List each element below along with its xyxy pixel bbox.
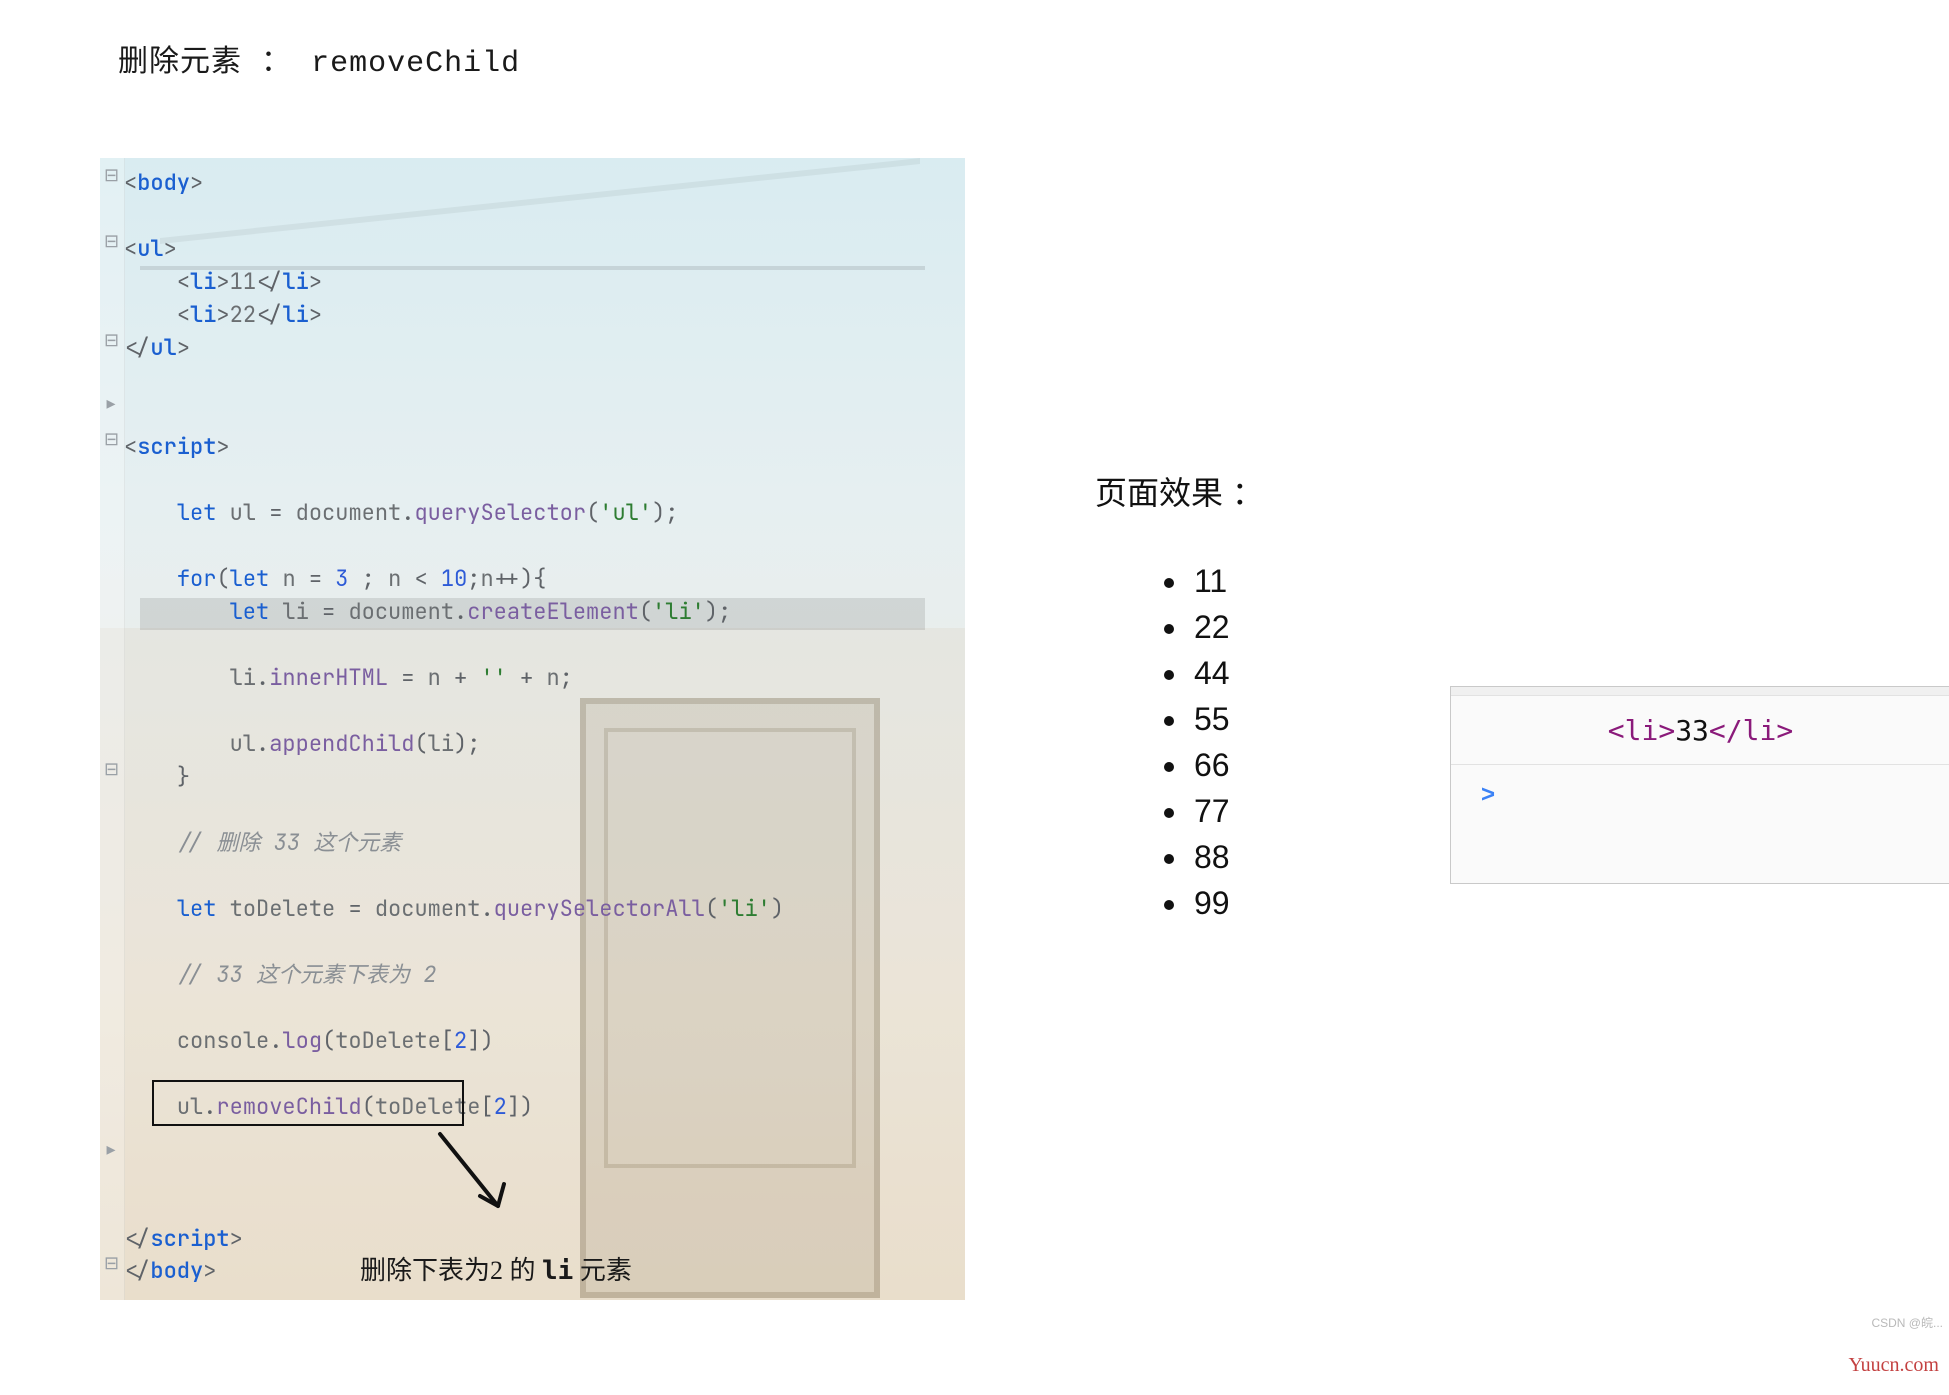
watermark-yuucn: Yuucn.com bbox=[1848, 1354, 1939, 1377]
fold-marker-icon[interactable]: ⊟ bbox=[104, 1256, 118, 1270]
caption-suffix: 元素 bbox=[573, 1256, 632, 1285]
code-line: for(let n = 3 ; n < 10;n++){ bbox=[124, 562, 965, 595]
list-item: 11 bbox=[1190, 558, 1230, 604]
console-input-row[interactable]: > bbox=[1451, 765, 1949, 825]
code-line: <li>11</li> bbox=[124, 265, 965, 298]
list-item: 44 bbox=[1190, 650, 1230, 696]
code-line: let ul = document.querySelector('ul'); bbox=[124, 496, 965, 529]
console-prompt-icon: > bbox=[1481, 781, 1495, 809]
list-item: 66 bbox=[1190, 742, 1230, 788]
code-line: <li>22</li> bbox=[124, 298, 965, 331]
code-line: </ul> bbox=[124, 331, 965, 364]
list-item: 22 bbox=[1190, 604, 1230, 650]
caption-mono: li bbox=[542, 1256, 573, 1286]
fold-marker-icon[interactable]: ⊟ bbox=[104, 168, 118, 182]
code-line: let li = document.createElement('li'); bbox=[124, 595, 965, 628]
devtools-console: <li>33</li> > bbox=[1450, 686, 1949, 884]
page-root: 删除元素 ： removeChild ⊟ ⊟ ⊟ ▸ ⊟ ⊟ ▸ ⊟ <body> <ul> <… bbox=[0, 0, 1949, 1395]
list-item: 88 bbox=[1190, 834, 1230, 880]
fold-marker-icon[interactable]: ⊟ bbox=[104, 333, 118, 347]
code-caption: 删除下表为2 的 li 元素 bbox=[360, 1250, 632, 1287]
fold-marker-icon[interactable]: ▸ bbox=[104, 396, 118, 410]
code-editor-panel: ⊟ ⊟ ⊟ ▸ ⊟ ⊟ ▸ ⊟ <body> <ul> <li>11</li> <li>22</… bbox=[100, 158, 965, 1300]
fold-marker-icon[interactable]: ⊟ bbox=[104, 762, 118, 776]
code-line: // 删除 33 这个元素 bbox=[124, 826, 965, 859]
code-line: li.innerHTML = n + '' + n; bbox=[124, 661, 965, 694]
console-li-output: <li>33</li> bbox=[1608, 714, 1793, 747]
console-value: 33 bbox=[1675, 714, 1709, 747]
fold-marker-icon[interactable]: ▸ bbox=[104, 1142, 118, 1156]
code-line: ul.appendChild(li); bbox=[124, 727, 965, 760]
list-item: 77 bbox=[1190, 788, 1230, 834]
code-line: console.log(toDelete[2]) bbox=[124, 1024, 965, 1057]
console-top-bar bbox=[1451, 687, 1949, 696]
list-item: 99 bbox=[1190, 880, 1230, 926]
title-mono: removeChild bbox=[311, 47, 520, 81]
page-title: 删除元素 ： removeChild bbox=[118, 36, 520, 81]
fold-marker-icon[interactable]: ⊟ bbox=[104, 432, 118, 446]
effect-list: 1122445566778899 bbox=[1150, 558, 1230, 926]
highlight-box bbox=[152, 1080, 464, 1126]
console-tag-close: </li> bbox=[1709, 714, 1793, 747]
list-item: 55 bbox=[1190, 696, 1230, 742]
caption-prefix: 删除下表为2 的 bbox=[360, 1256, 542, 1285]
code-line: <ul> bbox=[124, 232, 965, 265]
code-line: <body> bbox=[124, 166, 965, 199]
fold-marker-icon[interactable]: ⊟ bbox=[104, 234, 118, 248]
code-line: } bbox=[124, 760, 965, 793]
code-body: <body> <ul> <li>11</li> <li>22</li></ul> <… bbox=[124, 158, 965, 1300]
title-cn: 删除元素 ： bbox=[118, 44, 292, 79]
code-line: // 33 这个元素下表为 2 bbox=[124, 958, 965, 991]
code-line: <script> bbox=[124, 430, 965, 463]
effect-heading: 页面效果 ： bbox=[1095, 468, 1264, 514]
watermark-csdn: CSDN @皖... bbox=[1871, 1314, 1943, 1331]
console-output-row: <li>33</li> bbox=[1451, 696, 1949, 765]
code-line: let toDelete = document.querySelectorAll… bbox=[124, 892, 965, 925]
console-tag-open: <li> bbox=[1608, 714, 1675, 747]
editor-gutter: ⊟ ⊟ ⊟ ▸ ⊟ ⊟ ▸ ⊟ bbox=[100, 158, 125, 1300]
